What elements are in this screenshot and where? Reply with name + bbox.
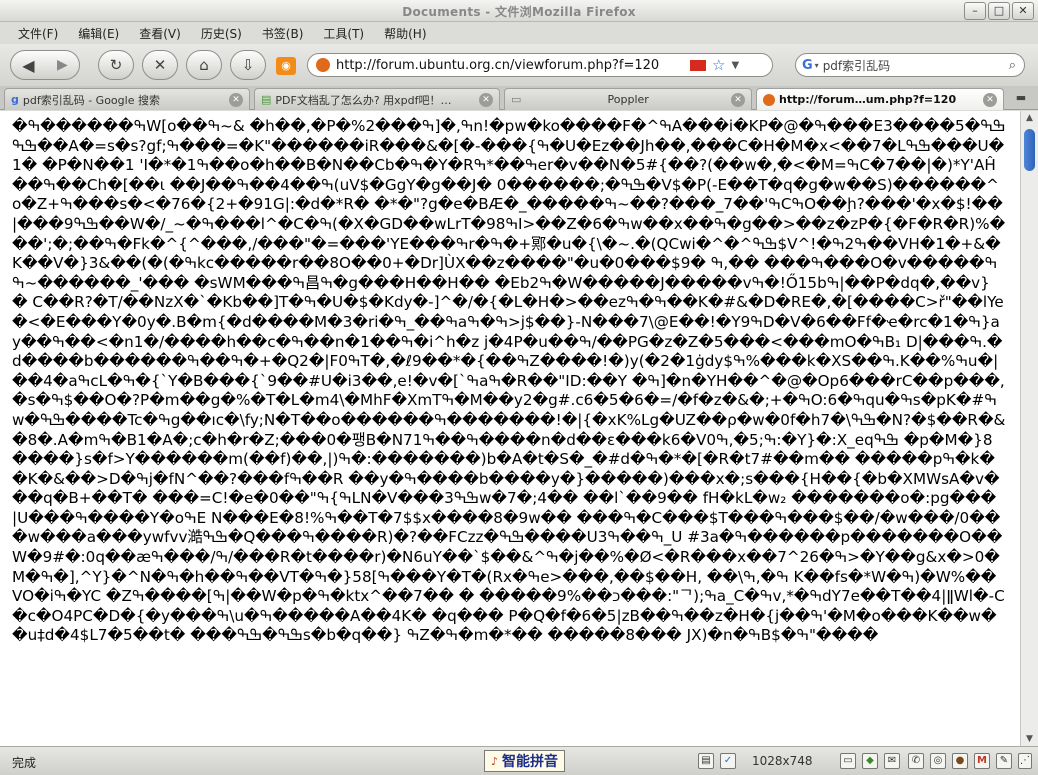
- page-favicon-icon: ▭: [511, 93, 522, 106]
- close-window-button[interactable]: ✕: [1012, 2, 1034, 20]
- tab-bar: g pdf索引乱码 - Google 搜索 ✕ ▤ PDF文档乱了怎么办? 用x…: [0, 86, 1038, 110]
- browser-window: Documents - 文件浏Mozilla Firefox – □ ✕ 文件(…: [0, 0, 1038, 775]
- menu-view[interactable]: 查看(V): [131, 25, 193, 42]
- ime-logo-icon: ♪: [491, 754, 499, 768]
- reload-button[interactable]: ↻: [98, 50, 134, 80]
- download-icon: ⇩: [241, 56, 255, 74]
- close-tab-icon[interactable]: ✕: [983, 92, 997, 107]
- resolution-text: 1028x748: [752, 754, 813, 768]
- scroll-up-icon[interactable]: ▲: [1021, 111, 1038, 125]
- menu-tools[interactable]: 工具(T): [315, 25, 376, 42]
- ubuntu-favicon-icon: [763, 93, 775, 106]
- tab-label: http://forum…um.php?f=120: [779, 93, 957, 106]
- forum-favicon-icon: ▤: [261, 93, 272, 106]
- url-text[interactable]: http://forum.ubuntu.org.cn/viewforum.php…: [336, 58, 686, 73]
- close-tab-icon[interactable]: ✕: [479, 92, 493, 107]
- menu-edit[interactable]: 编辑(E): [70, 25, 131, 42]
- globe-icon[interactable]: ◎: [930, 753, 946, 769]
- mail-icon[interactable]: ✉: [884, 753, 900, 769]
- chat-icon[interactable]: ✆: [908, 753, 924, 769]
- flag-icon: [690, 59, 706, 71]
- maximize-button[interactable]: □: [988, 2, 1010, 20]
- tab-pdf-forum[interactable]: ▤ PDF文档乱了怎么办? 用xpdf吧！… ✕: [254, 88, 500, 110]
- ime-label: 智能拼音: [502, 754, 559, 770]
- search-input[interactable]: pdf索引乱码: [823, 57, 890, 74]
- addon-icon[interactable]: ▤: [698, 753, 714, 769]
- status-text: 完成: [12, 756, 37, 770]
- stop-button[interactable]: ✕: [142, 50, 178, 80]
- home-button[interactable]: ⌂: [186, 50, 222, 80]
- menu-help[interactable]: 帮助(H): [376, 25, 438, 42]
- engine-dropdown-icon[interactable]: ▾: [815, 61, 819, 70]
- download-button[interactable]: ⇩: [230, 50, 266, 80]
- menu-file[interactable]: 文件(F): [10, 25, 70, 42]
- navigation-toolbar: ◀ ▶ ↻ ✕ ⌂ ⇩ ◉ http://forum.ubuntu.org.cn…: [0, 44, 1038, 86]
- google-favicon-icon: g: [11, 93, 19, 106]
- forward-arrow-icon[interactable]: ▶: [57, 57, 68, 73]
- vertical-scrollbar[interactable]: ▲ ▼: [1020, 111, 1038, 746]
- close-tab-icon[interactable]: ✕: [229, 92, 243, 107]
- extension-icon[interactable]: ◆: [862, 753, 878, 769]
- menu-history[interactable]: 历史(S): [193, 25, 254, 42]
- rss-feed-icon[interactable]: ◉: [276, 57, 296, 75]
- reload-icon: ↻: [109, 56, 123, 74]
- google-engine-icon[interactable]: G: [802, 58, 813, 73]
- window-title: Documents - 文件浏Mozilla Firefox: [402, 5, 636, 19]
- screen-icon[interactable]: ▭: [840, 753, 856, 769]
- menu-bar: 文件(F) 编辑(E) 查看(V) 历史(S) 书签(B) 工具(T) 帮助(H…: [0, 22, 1038, 44]
- cookie-icon[interactable]: ●: [952, 753, 968, 769]
- search-icon[interactable]: ⌕: [1009, 58, 1016, 73]
- minimize-button[interactable]: –: [964, 2, 986, 20]
- back-forward-group: ◀ ▶: [10, 50, 80, 80]
- scrollbar-thumb[interactable]: [1024, 129, 1035, 171]
- window-controls: – □ ✕: [964, 2, 1034, 20]
- status-bar: 完成 ♪ 智能拼音 ▤ ✓ 1028x748 ▭ ◆ ✉ ✆ ◎ ● M ✎ ⋰: [0, 746, 1038, 775]
- gmail-icon[interactable]: M: [974, 753, 990, 769]
- site-favicon-icon: [316, 58, 330, 72]
- tab-list-icon[interactable]: ▬: [1010, 91, 1032, 107]
- tab-label: pdf索引乱码 - Google 搜索: [22, 93, 160, 107]
- tab-forum-active[interactable]: http://forum…um.php?f=120 ✕: [756, 88, 1004, 110]
- home-icon: ⌂: [199, 56, 209, 74]
- pencil-icon[interactable]: ✎: [996, 753, 1012, 769]
- garbled-document-text: �ߒ������ߒW[o��ߒ~& �h��,�P�ߒ���%2]�,ߒn!�p…: [12, 117, 1006, 645]
- page-content: �ߒ������ߒW[o��ߒ~& �h��,�P�ߒ���%2]�,ߒn!�p…: [0, 111, 1020, 746]
- search-bar[interactable]: G ▾ pdf索引乱码 ⌕: [795, 53, 1025, 77]
- tab-label: PDF文档乱了怎么办? 用xpdf吧！…: [275, 93, 452, 107]
- tab-poppler[interactable]: ▭ Poppler ✕: [504, 88, 752, 110]
- title-bar: Documents - 文件浏Mozilla Firefox – □ ✕: [0, 0, 1038, 22]
- tab-google-search[interactable]: g pdf索引乱码 - Google 搜索 ✕: [4, 88, 250, 110]
- scroll-down-icon[interactable]: ▼: [1021, 732, 1038, 746]
- bookmark-star-icon[interactable]: ☆: [712, 56, 725, 74]
- url-dropdown-icon[interactable]: ▼: [731, 60, 739, 71]
- menu-bookmarks[interactable]: 书签(B): [254, 25, 316, 42]
- url-bar[interactable]: http://forum.ubuntu.org.cn/viewforum.php…: [307, 53, 773, 77]
- tab-label: Poppler: [607, 93, 649, 106]
- ime-indicator[interactable]: ♪ 智能拼音: [484, 750, 566, 772]
- close-tab-icon[interactable]: ✕: [731, 92, 745, 107]
- back-arrow-icon[interactable]: ◀: [22, 56, 34, 75]
- stop-icon: ✕: [153, 56, 167, 74]
- checkbox-icon[interactable]: ✓: [720, 753, 736, 769]
- resize-grip-icon[interactable]: ⋰: [1018, 753, 1032, 769]
